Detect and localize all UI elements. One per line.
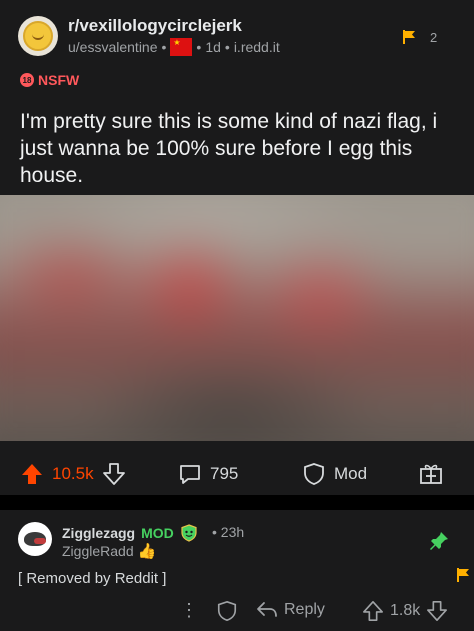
subreddit-avatar[interactable] [18,16,58,56]
comment-count: 795 [210,464,239,483]
award-button[interactable] [418,460,444,486]
comment-card: Zigglezagg MOD • 23h ZiggleRadd 👍 [ Remo… [0,510,474,631]
author-flair-flag-icon [170,38,193,56]
comment-age: • 23h [212,524,245,540]
mod-tag: MOD [141,525,174,541]
subreddit-name[interactable]: r/vexillologycirclejerk [68,16,242,36]
nsfw-tag: 18 NSFW [20,72,79,88]
post-title[interactable]: I'm pretty sure this is some kind of naz… [20,108,460,189]
pin-icon[interactable] [428,530,450,552]
reply-label: Reply [284,601,325,618]
post-image-blurred[interactable] [0,195,474,441]
post-action-bar: 10.5k 795 Mod [0,456,474,496]
comment-score: 1.8k [390,602,421,619]
report-flag-icon[interactable] [402,30,416,44]
post-meta: u/essvalentine • • 1d • i.redd.it [68,38,280,56]
mod-shield-icon [181,524,197,542]
reply-arrow-icon [257,602,277,617]
comment-header: Zigglezagg MOD [62,524,198,542]
comment-body: [ Removed by Reddit ] [18,570,167,587]
flair-text: ZiggleRadd [62,543,134,559]
downvote-arrow-icon[interactable] [102,462,126,486]
comment-mod-shield-icon[interactable] [216,600,238,622]
comment-report-flag-icon[interactable] [456,568,470,582]
upvote-count: 10.5k [52,464,94,483]
gift-icon [420,464,442,484]
commenter-avatar[interactable] [18,522,52,556]
thumbs-up-emoji-icon: 👍 [137,543,157,560]
shield-icon [304,463,324,485]
mod-label: Mod [334,464,368,483]
post-domain[interactable]: i.redd.it [234,39,280,55]
comment-upvote-icon[interactable] [362,600,384,622]
comment-action-bar: ⋮ Reply 1.8k [0,600,474,628]
vote-control: 10.5k [20,462,126,486]
comment-downvote-icon[interactable] [426,600,448,622]
report-count: 2 [430,30,438,45]
upvote-arrow-icon[interactable] [20,462,44,486]
comment-author[interactable]: Zigglezagg [62,525,135,541]
post-author[interactable]: u/essvalentine [68,39,158,55]
reply-button[interactable]: Reply [256,600,325,620]
nsfw-label: NSFW [38,72,80,88]
comments-button[interactable]: 795 [178,462,238,486]
comment-bubble-icon [180,465,200,484]
more-options-icon[interactable]: ⋮ [180,600,198,621]
post-card: r/vexillologycirclejerk u/essvalentine •… [0,0,474,495]
post-age: 1d [205,39,221,55]
comment-vote-control: 1.8k [362,600,448,622]
mod-button[interactable]: Mod [302,462,367,486]
comment-flair: ZiggleRadd 👍 [62,542,156,560]
nsfw-badge-icon: 18 [20,73,34,87]
